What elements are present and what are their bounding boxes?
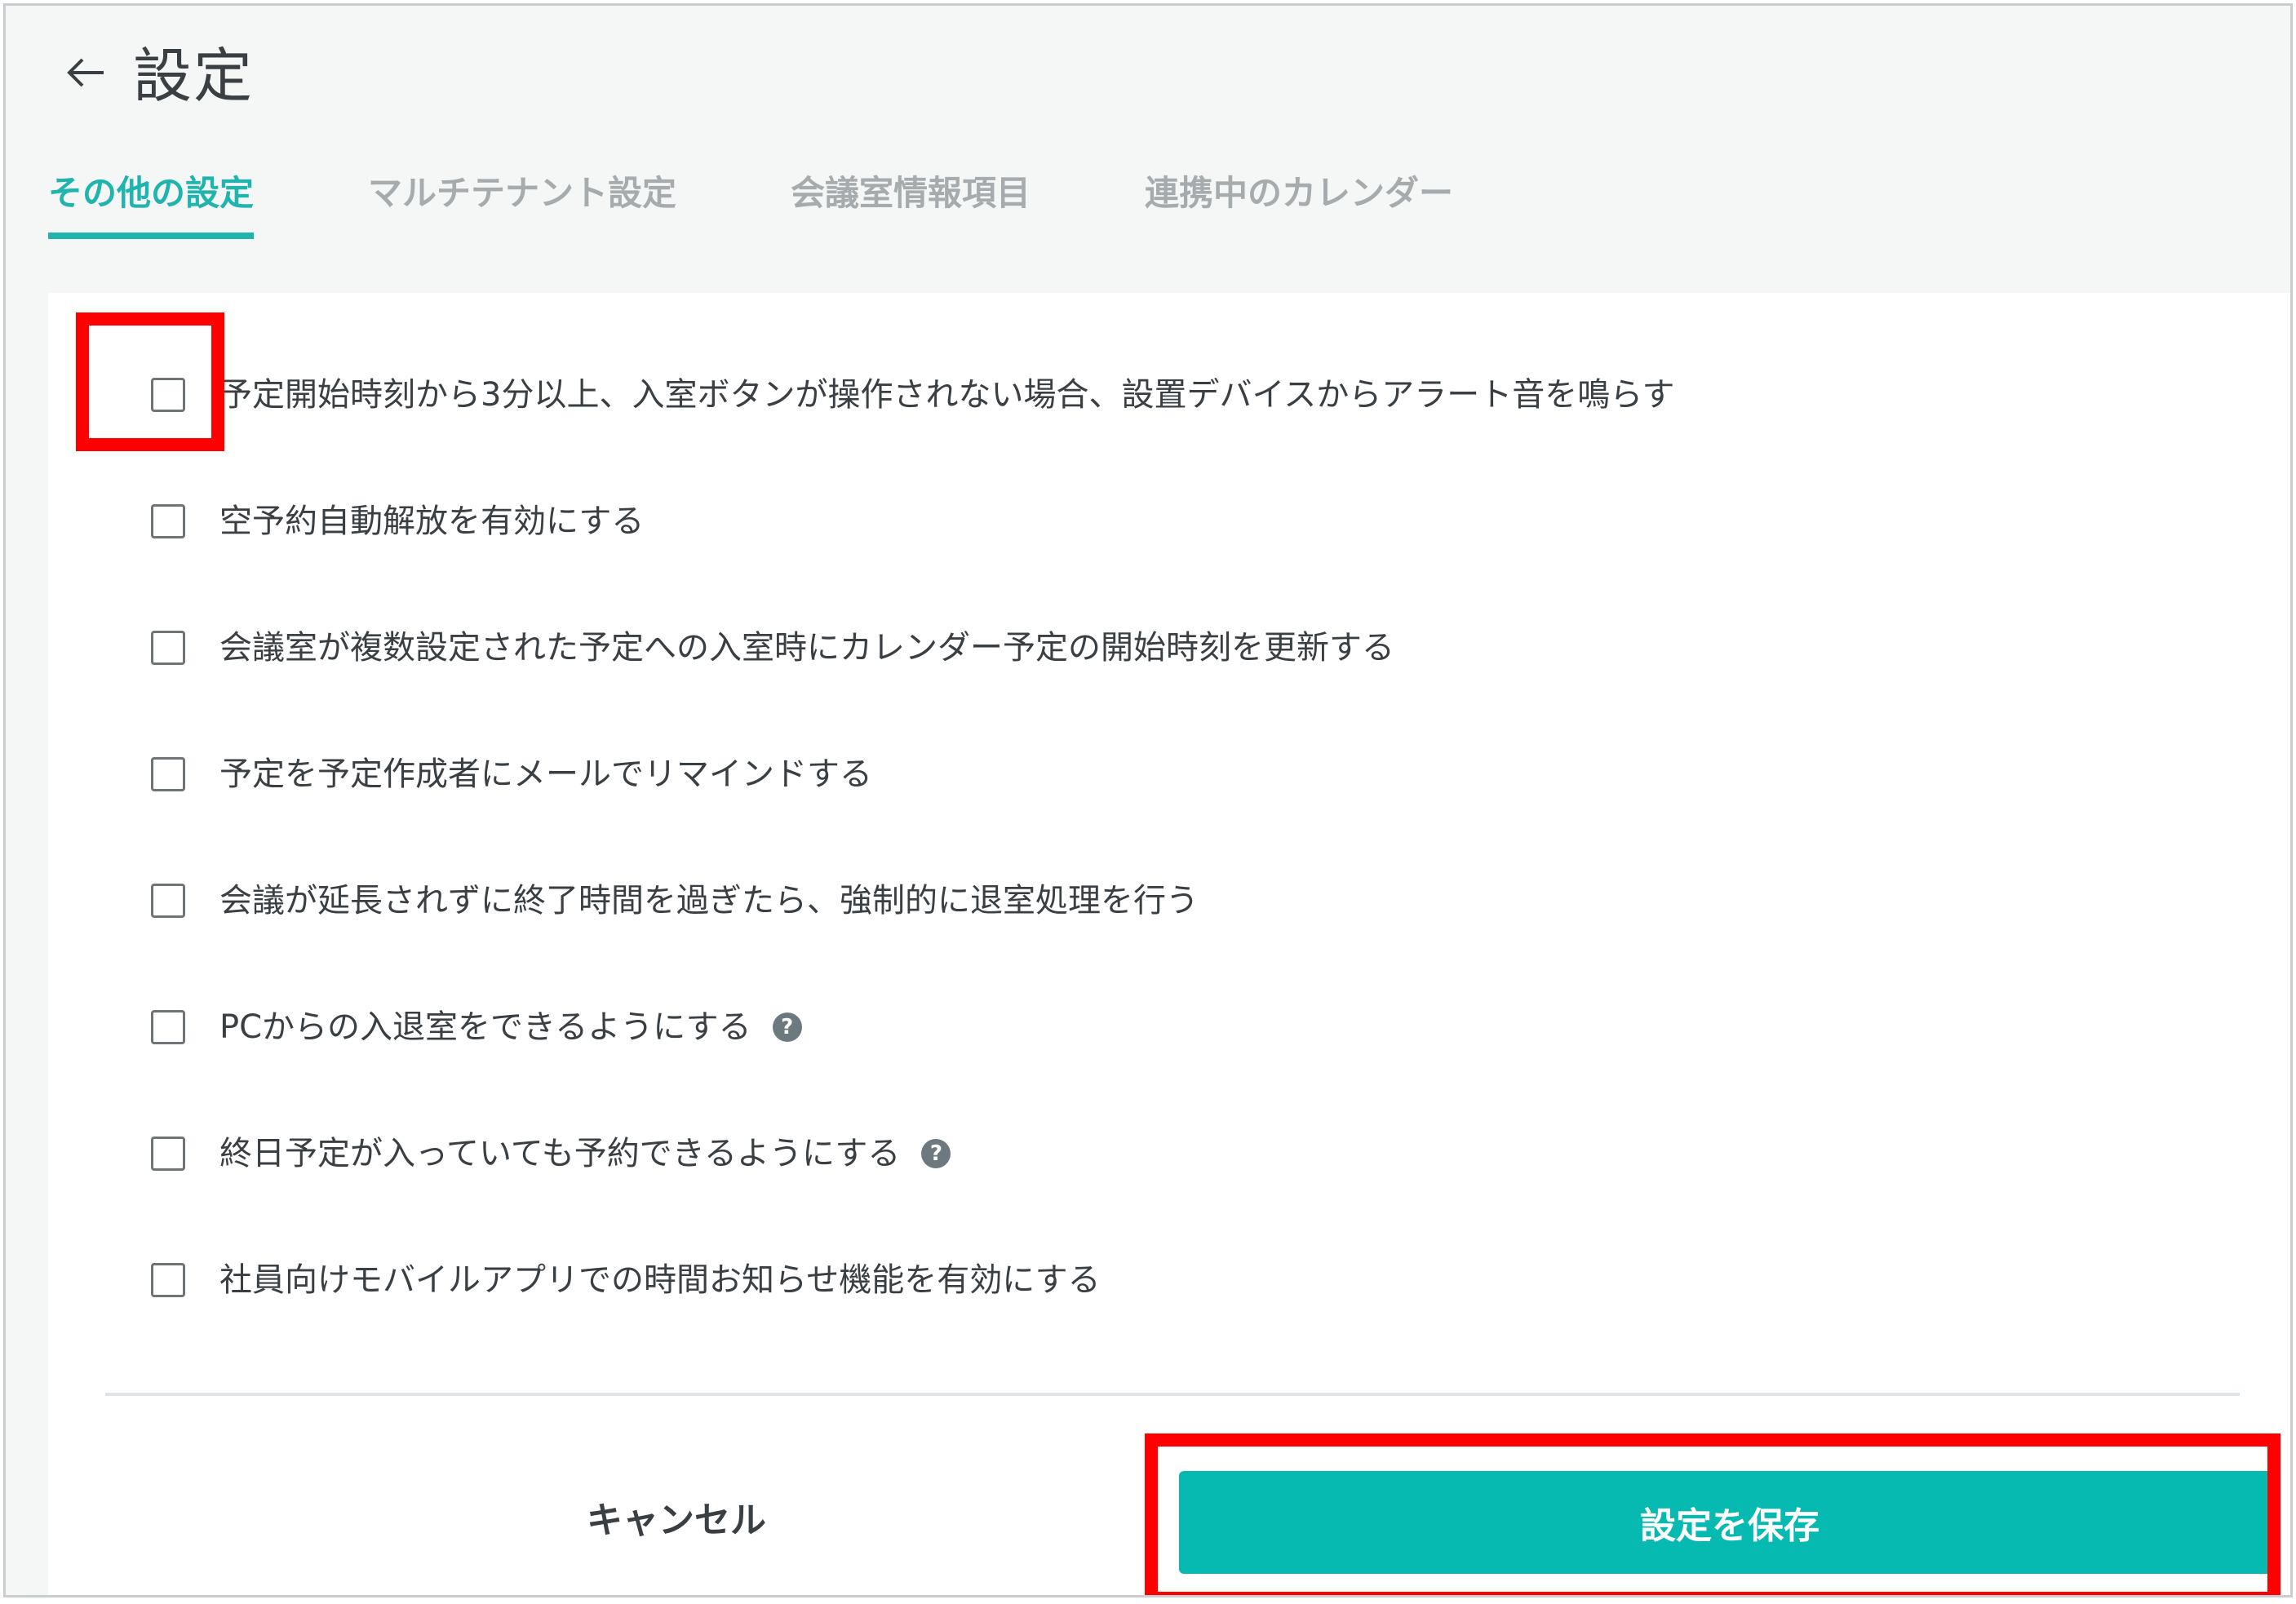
- help-icon[interactable]: ?: [921, 1139, 951, 1168]
- settings-panel: 予定開始時刻から3分以上、入室ボタンが操作されない場合、設置デバイスからアラート…: [48, 293, 2290, 1595]
- option-allday-booking[interactable]: 終日予定が入っていても予約できるようにする ?: [151, 1125, 951, 1182]
- option-email-reminder[interactable]: 予定を予定作成者にメールでリマインドする: [151, 746, 872, 803]
- arrow-left-icon: [67, 58, 104, 87]
- option-label: 会議が延長されずに終了時間を過ぎたら、強制的に退室処理を行う: [219, 882, 1199, 919]
- checkbox[interactable]: [151, 1263, 185, 1297]
- tab-multitenant-settings[interactable]: マルチテナント設定: [368, 161, 676, 239]
- tab-other-settings[interactable]: その他の設定: [48, 161, 255, 239]
- option-label: 予定開始時刻から3分以上、入室ボタンが操作されない場合、設置デバイスからアラート…: [219, 376, 1675, 414]
- option-label: 社員向けモバイルアプリでの時間お知らせ機能を有効にする: [219, 1261, 1101, 1299]
- settings-tabs: その他の設定 マルチテナント設定 会議室情報項目 連携中のカレンダー: [48, 161, 1567, 242]
- checkbox[interactable]: [151, 757, 185, 791]
- page-header: 設定 その他の設定 マルチテナント設定 会議室情報項目 連携中のカレンダー: [6, 6, 2290, 283]
- save-settings-button[interactable]: 設定を保存: [1179, 1471, 2280, 1574]
- checkbox[interactable]: [151, 631, 185, 665]
- tab-linked-calendars[interactable]: 連携中のカレンダー: [1145, 161, 1453, 239]
- option-label: 予定を予定作成者にメールでリマインドする: [219, 755, 872, 793]
- help-icon[interactable]: ?: [772, 1012, 802, 1042]
- tab-room-info-fields[interactable]: 会議室情報項目: [791, 161, 1031, 239]
- checkbox[interactable]: [151, 378, 185, 412]
- checkbox[interactable]: [151, 504, 185, 538]
- back-button[interactable]: [60, 47, 112, 99]
- option-label: 会議室が複数設定された予定への入室時にカレンダー予定の開始時刻を更新する: [219, 629, 1394, 667]
- option-label: PCからの入退室をできるようにする: [219, 1008, 751, 1046]
- checkbox[interactable]: [151, 1137, 185, 1171]
- settings-window: 設定 その他の設定 マルチテナント設定 会議室情報項目 連携中のカレンダー 予定…: [3, 3, 2293, 1597]
- option-update-start-time[interactable]: 会議室が複数設定された予定への入室時にカレンダー予定の開始時刻を更新する: [151, 619, 1394, 676]
- cancel-button[interactable]: キャンセル: [505, 1468, 848, 1566]
- option-mobile-time-notice[interactable]: 社員向けモバイルアプリでの時間お知らせ機能を有効にする: [151, 1252, 1101, 1309]
- option-label: 終日予定が入っていても予約できるようにする: [219, 1135, 901, 1172]
- option-label: 空予約自動解放を有効にする: [219, 503, 645, 540]
- divider: [105, 1393, 2240, 1396]
- option-force-checkout[interactable]: 会議が延長されずに終了時間を過ぎたら、強制的に退室処理を行う: [151, 872, 1199, 929]
- option-alert-sound[interactable]: 予定開始時刻から3分以上、入室ボタンが操作されない場合、設置デバイスからアラート…: [151, 366, 1674, 423]
- checkbox[interactable]: [151, 884, 185, 918]
- option-pc-checkin[interactable]: PCからの入退室をできるようにする ?: [151, 999, 802, 1056]
- option-auto-release[interactable]: 空予約自動解放を有効にする: [151, 493, 644, 550]
- checkbox[interactable]: [151, 1010, 185, 1044]
- page-title: 設定: [133, 42, 255, 110]
